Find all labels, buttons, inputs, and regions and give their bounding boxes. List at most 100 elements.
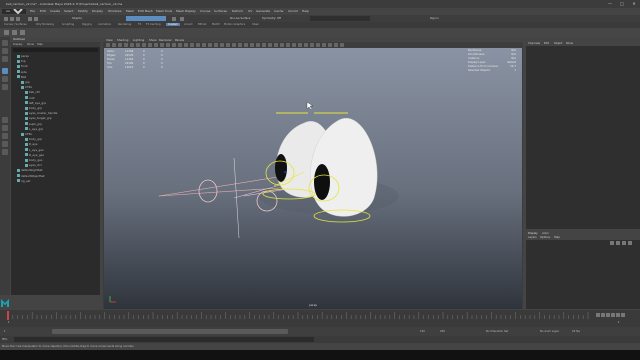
close-icon[interactable]: ✕: [631, 1, 637, 6]
menu-select[interactable]: Select: [64, 9, 73, 13]
viewport-tool-icon[interactable]: [124, 43, 128, 47]
move-tool-icon[interactable]: [2, 68, 8, 74]
outliner-item[interactable]: rig_set: [11, 179, 100, 184]
toggle-group-2[interactable]: [310, 16, 370, 21]
menu-file[interactable]: File: [30, 9, 35, 13]
viewport-tool-icon[interactable]: [112, 43, 116, 47]
viewport-tool-icon[interactable]: [334, 43, 338, 47]
fps-dropdown[interactable]: 24 fps: [572, 330, 580, 333]
shelf-tool-icon[interactable]: [4, 30, 9, 35]
paint-select-icon[interactable]: [2, 56, 8, 62]
lasso-tool-icon[interactable]: [2, 48, 8, 54]
shelf-tab-arnold[interactable]: Arnold: [184, 23, 192, 26]
viewport-tool-icon[interactable]: [184, 43, 188, 47]
menu-uv[interactable]: UV: [248, 9, 252, 13]
viewport-tool-icon[interactable]: [190, 43, 194, 47]
minimize-icon[interactable]: —: [607, 1, 613, 6]
shelf-tab-custom[interactable]: Custom: [166, 23, 180, 26]
viewport-tool-icon[interactable]: [166, 43, 170, 47]
undo-icon[interactable]: [28, 16, 32, 21]
objects-mode-label[interactable]: Objects: [72, 17, 82, 20]
menu-curves[interactable]: Curves: [200, 9, 210, 13]
viewport-tool-icon[interactable]: [286, 43, 290, 47]
shelf-tab-fx-caching[interactable]: FX Caching: [146, 23, 161, 26]
shelf-tab-sculpting[interactable]: Sculpting: [62, 23, 74, 26]
character-set-dropdown[interactable]: No Character Set: [486, 330, 508, 333]
rotate-tool-icon[interactable]: [2, 76, 8, 82]
viewport-tool-icon[interactable]: [196, 43, 200, 47]
viewport-tool-icon[interactable]: [142, 43, 146, 47]
viewport-tool-icon[interactable]: [322, 43, 326, 47]
menu-mesh-tools[interactable]: Mesh Tools: [156, 9, 172, 13]
outliner-menu-display[interactable]: Display: [13, 43, 23, 46]
time-ruler[interactable]: [6, 310, 626, 327]
viewport-tool-icon[interactable]: [340, 43, 344, 47]
live-surface-label[interactable]: No Live Surface: [230, 17, 250, 20]
layout-four-icon[interactable]: [2, 125, 8, 131]
menu-deform[interactable]: Deform: [232, 9, 243, 13]
layer-menu-layers[interactable]: Layers: [528, 236, 537, 239]
shelf-tab-rendering[interactable]: Rendering: [118, 23, 131, 26]
layer-up-icon[interactable]: [610, 241, 614, 245]
symmetry-label[interactable]: Symmetry: Off: [262, 17, 281, 20]
layer-tab-anim[interactable]: Anim: [542, 232, 549, 235]
snap-toggle-group[interactable]: [126, 16, 166, 21]
viewport-tool-icon[interactable]: [238, 43, 242, 47]
viewport-tool-icon[interactable]: [262, 43, 266, 47]
range-bar[interactable]: [52, 329, 288, 334]
viewport-tool-icon[interactable]: [292, 43, 296, 47]
pivot-point[interactable]: [284, 171, 286, 173]
viewport-tool-icon[interactable]: [328, 43, 332, 47]
step-back-icon[interactable]: [601, 313, 605, 317]
layer-menu-help[interactable]: Help: [554, 236, 560, 239]
shelf-tab-motion-graphics[interactable]: Motion Graphics: [224, 23, 245, 26]
play-backward-icon[interactable]: [606, 313, 610, 317]
ipr-render-icon[interactable]: [180, 16, 184, 21]
new-layer-selected-icon[interactable]: [628, 241, 632, 245]
left-eye-ctrl-ring[interactable]: [198, 179, 218, 203]
menu-mesh[interactable]: Mesh: [126, 9, 134, 13]
new-layer-icon[interactable]: [622, 241, 626, 245]
outliner-search-input[interactable]: [13, 48, 98, 52]
menu-edit-mesh[interactable]: Edit Mesh: [138, 9, 153, 13]
maximize-icon[interactable]: □: [619, 1, 625, 6]
viewport-tool-icon[interactable]: [136, 43, 140, 47]
time-slider[interactable]: 1 1: [0, 310, 640, 327]
viewport-tool-icon[interactable]: [106, 43, 110, 47]
go-to-start-icon[interactable]: [596, 313, 600, 317]
step-forward-icon[interactable]: [616, 313, 620, 317]
menu-arnold[interactable]: Arnold: [288, 9, 298, 13]
viewport-tool-icon[interactable]: [202, 43, 206, 47]
outliner-menu-help[interactable]: Help: [37, 43, 43, 46]
cb-tab-channels[interactable]: Channels: [528, 42, 540, 45]
shelf-tab-fx[interactable]: FX: [138, 23, 141, 26]
layout-outliner-icon[interactable]: [2, 141, 8, 147]
viewport-tool-icon[interactable]: [226, 43, 230, 47]
anim-layer-dropdown[interactable]: No Anim Layer: [540, 330, 559, 333]
menu-windows[interactable]: Windows: [108, 9, 121, 13]
cb-tab-show[interactable]: Show: [566, 42, 573, 45]
menu-modify[interactable]: Modify: [78, 9, 88, 13]
viewport-tool-icon[interactable]: [118, 43, 122, 47]
cb-tab-object[interactable]: Object: [554, 42, 562, 45]
menu-display[interactable]: Display: [92, 9, 103, 13]
open-scene-icon[interactable]: [10, 16, 14, 21]
current-time-marker[interactable]: [7, 311, 9, 320]
viewport-tool-icon[interactable]: [172, 43, 176, 47]
viewport-tool-icon[interactable]: [256, 43, 260, 47]
select-tool-icon[interactable]: [2, 40, 8, 46]
layout-single-icon[interactable]: [2, 117, 8, 123]
anim-end-field[interactable]: 200: [440, 330, 445, 333]
viewport-tool-icon[interactable]: [274, 43, 278, 47]
range-start-field[interactable]: 1: [4, 330, 6, 333]
shelf-tool-icon[interactable]: [20, 30, 25, 35]
shelf-tab-poly[interactable]: Poly Modeling: [36, 23, 54, 26]
mel-label[interactable]: MEL: [2, 338, 7, 341]
save-scene-icon[interactable]: [16, 16, 20, 21]
menu-help[interactable]: Help: [302, 9, 309, 13]
layout-graph-icon[interactable]: [2, 149, 8, 155]
viewport-tool-icon[interactable]: [130, 43, 134, 47]
layer-tab-display[interactable]: Display: [528, 232, 538, 235]
shelf-tab-bifrost[interactable]: Bifrost: [198, 23, 206, 26]
viewport-tool-icon[interactable]: [220, 43, 224, 47]
